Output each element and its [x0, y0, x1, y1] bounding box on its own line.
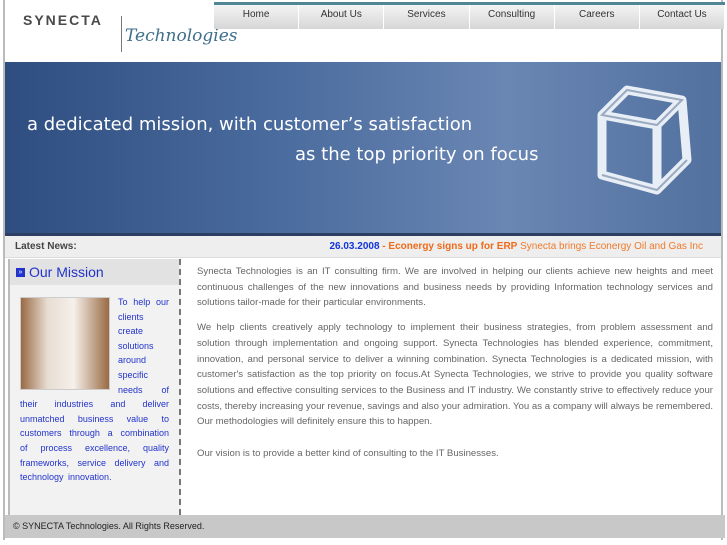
intro-paragraph: Synecta Technologies is an IT consulting…	[197, 266, 713, 309]
nav-home[interactable]: Home	[214, 5, 300, 29]
mission-photo	[20, 297, 110, 390]
arrow-icon: »	[16, 267, 25, 277]
vision-paragraph: Our vision is to provide a better kind o…	[197, 448, 499, 460]
logo-subtitle: Technologies	[125, 26, 238, 46]
footer: © SYNECTA Technologies. All Rights Reser…	[5, 515, 725, 538]
banner-line-1: a dedicated mission, with customer’s sat…	[27, 114, 473, 135]
mission-title: Our Mission	[29, 264, 104, 280]
logo-divider	[121, 16, 122, 52]
news-label: Latest News:	[15, 241, 77, 252]
nav-services[interactable]: Services	[384, 5, 470, 29]
page-frame: SYNECTA Technologies Home About Us Servi…	[3, 0, 726, 540]
mission-heading: » Our Mission	[10, 259, 179, 285]
hero-banner: a dedicated mission, with customer’s sat…	[5, 62, 721, 236]
news-headline[interactable]: Econergy signs up for ERP	[388, 241, 517, 252]
cube-icon	[597, 85, 692, 195]
services-paragraph: We help clients creatively apply technol…	[197, 322, 713, 428]
latest-news-bar: Latest News: 26.03.2008 - Econergy signs…	[5, 236, 721, 258]
logo[interactable]: SYNECTA Technologies	[19, 10, 238, 55]
nav-about-us[interactable]: About Us	[299, 5, 385, 29]
main-content: Synecta Technologies is an IT consulting…	[197, 264, 713, 471]
nav-careers[interactable]: Careers	[554, 5, 640, 29]
nav-contact-us[interactable]: Contact Us	[639, 5, 726, 29]
mission-sidebar: » Our Mission To help our clients create …	[8, 259, 181, 515]
banner-line-2: as the top priority on focus	[295, 144, 539, 165]
nav-consulting[interactable]: Consulting	[469, 5, 555, 29]
news-text: Synecta brings Econergy Oil and Gas Inc	[517, 241, 703, 252]
news-item[interactable]: 26.03.2008 - Econergy signs up for ERP S…	[329, 236, 703, 258]
logo-name: SYNECTA	[23, 12, 103, 28]
main-nav: Home About Us Services Consulting Career…	[214, 2, 726, 29]
news-date: 26.03.2008	[329, 241, 380, 252]
